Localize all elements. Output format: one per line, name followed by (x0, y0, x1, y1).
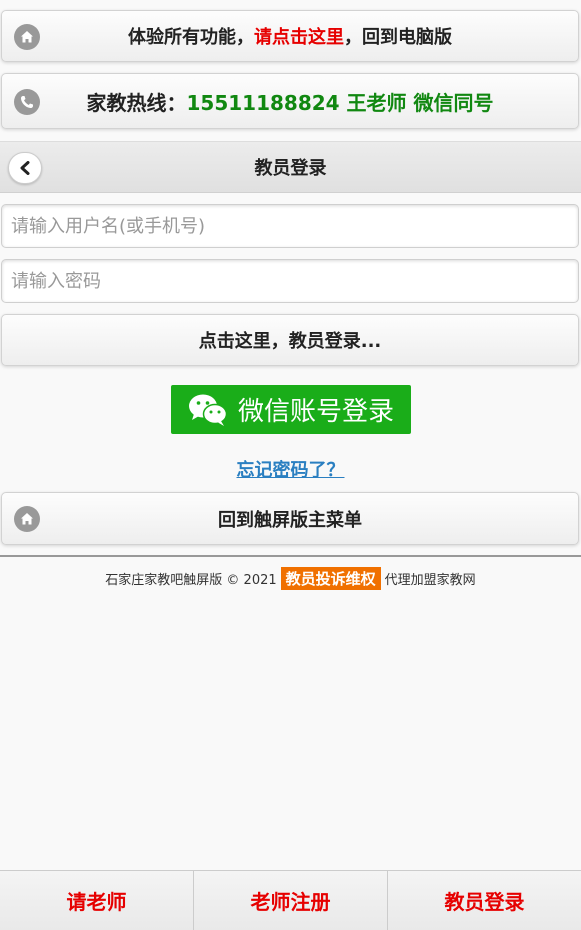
username-input[interactable] (1, 204, 579, 248)
nav-hire-teacher[interactable]: 请老师 (0, 871, 194, 930)
complaint-badge-link[interactable]: 教员投诉维权 (280, 566, 381, 590)
wechat-icon (188, 394, 228, 426)
login-button-label: 点击这里，教员登录... (198, 331, 382, 352)
password-input[interactable] (1, 259, 579, 303)
hotline-text: 家教热线： 15511188824 王老师 微信同号 (2, 74, 578, 128)
nav-teacher-register[interactable]: 老师注册 (194, 871, 388, 930)
banner-text-after: ，回到电脑版 (344, 27, 452, 48)
banner-text-before: 体验所有功能， (128, 27, 254, 48)
hotline-phone[interactable]: 15511188824 王老师 微信同号 (186, 87, 493, 116)
login-button[interactable]: 点击这里，教员登录... (1, 314, 579, 366)
footer-partner-link[interactable]: 代理加盟家教网 (385, 569, 476, 588)
nav-teacher-login[interactable]: 教员登录 (388, 871, 581, 930)
page-title: 教员登录 (254, 158, 327, 179)
footer-copyright: 石家庄家教吧触屏版 © 2021 (105, 572, 277, 588)
banner-text: 体验所有功能， 请点击这里 ，回到电脑版 (2, 11, 578, 61)
footer-divider (0, 555, 581, 557)
page-header: 教员登录 (0, 141, 581, 193)
hotline-label: 家教热线： (86, 90, 187, 115)
footer: 石家庄家教吧触屏版 © 2021 教员投诉维权 代理加盟家教网 (0, 566, 581, 590)
banner-link[interactable]: 请点击这里 (254, 23, 344, 49)
wechat-login-label: 微信账号登录 (237, 397, 394, 427)
home-menu-label: 回到触屏版主菜单 (218, 509, 362, 531)
bottom-nav: 请老师 老师注册 教员登录 (0, 870, 581, 930)
forgot-password-link[interactable]: 忘记密码了？ (237, 460, 345, 481)
desktop-version-banner[interactable]: 体验所有功能， 请点击这里 ，回到电脑版 (1, 10, 579, 62)
forgot-password-row: 忘记密码了？ (0, 456, 581, 482)
hotline-bar[interactable]: 家教热线： 15511188824 王老师 微信同号 (1, 73, 579, 129)
wechat-login-button[interactable]: 微信账号登录 (171, 385, 411, 434)
home-menu-button[interactable]: 回到触屏版主菜单 (1, 492, 579, 545)
